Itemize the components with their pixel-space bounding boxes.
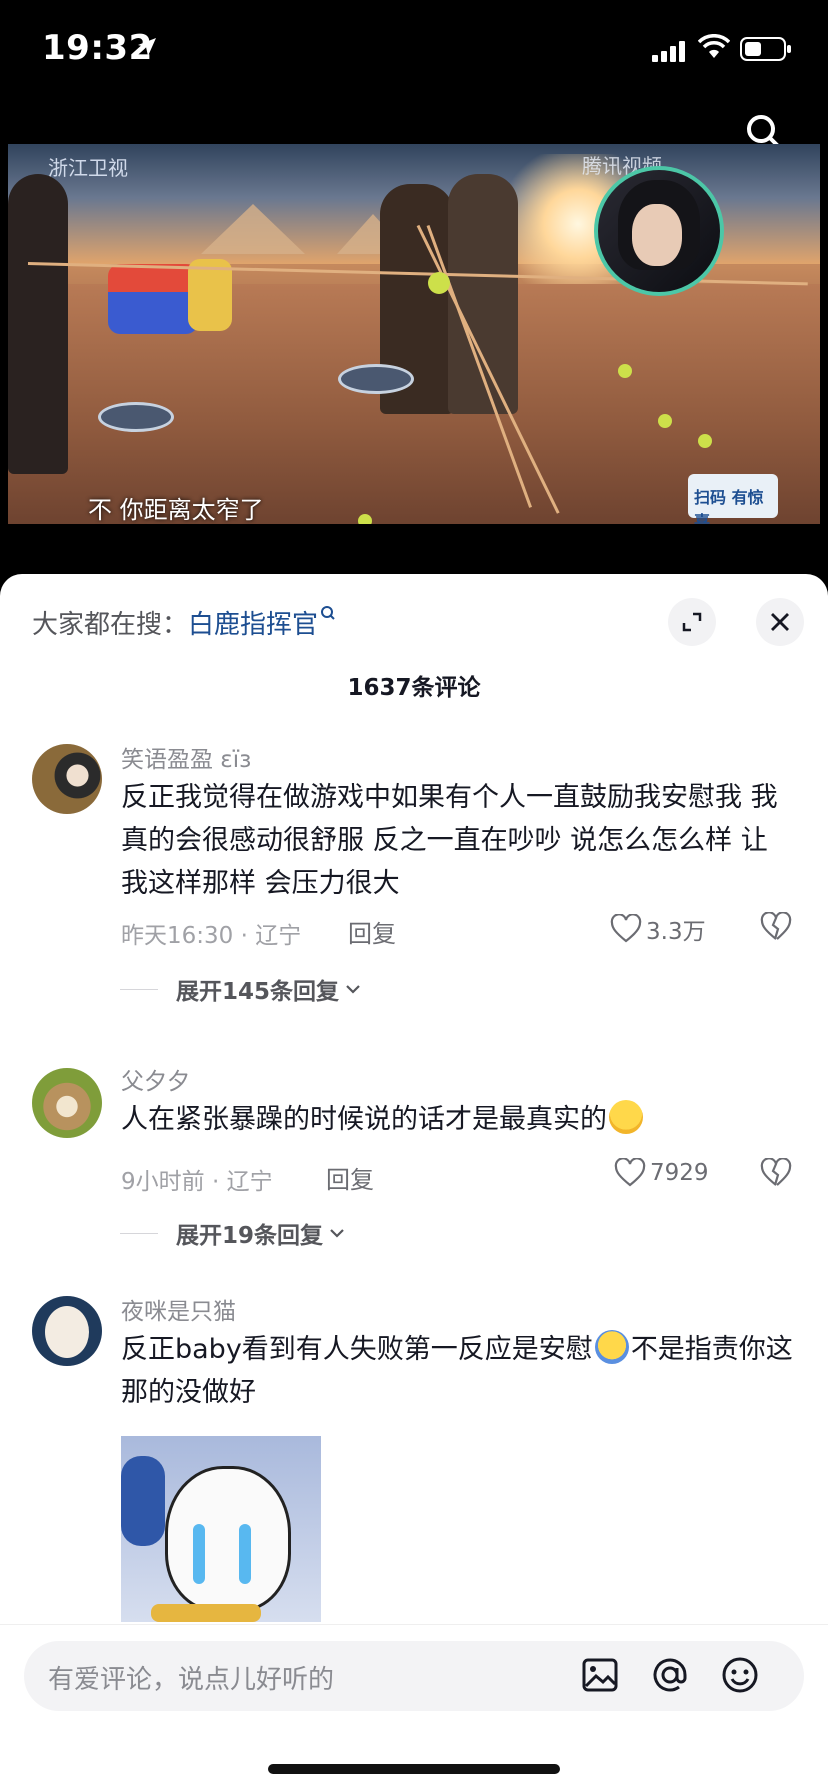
avatar[interactable] xyxy=(32,1068,102,1138)
hot-search[interactable]: 大家都在搜：白鹿指挥官 xyxy=(32,604,336,641)
status-bar: 19:32 xyxy=(0,0,828,100)
divider-line xyxy=(120,1232,158,1234)
sticker-tear xyxy=(239,1524,251,1584)
hug-face-emoji xyxy=(594,1330,629,1364)
video-player[interactable]: 浙江卫视 腾讯视频 扫码 有惊喜 不 你距离太窄了 xyxy=(8,144,820,524)
flushed-face-emoji xyxy=(609,1100,643,1134)
avatar-face xyxy=(45,1306,89,1358)
avatar[interactable] xyxy=(32,1296,102,1366)
hot-search-prefix: 大家都在搜： xyxy=(32,610,189,640)
comment-sticker-image[interactable] xyxy=(121,1436,321,1622)
qr-badge-label: 扫码 有惊喜 xyxy=(694,488,764,524)
video-ball xyxy=(618,364,632,378)
comment-text[interactable]: 反正baby看到有人失败第一反应是安慰 不是指责你这那的没做好 xyxy=(121,1328,793,1414)
expand-replies-button[interactable]: 展开19条回复 xyxy=(120,1216,347,1250)
video-tire-stack xyxy=(108,264,198,334)
channel-logo: 浙江卫视 xyxy=(48,156,128,180)
heart-icon xyxy=(614,1158,646,1187)
cellular-signal-icon xyxy=(652,41,685,62)
dislike-broken-heart-icon[interactable] xyxy=(760,912,792,942)
image-icon[interactable] xyxy=(578,1653,622,1697)
expand-icon xyxy=(682,612,702,632)
like-button[interactable]: 7929 xyxy=(614,1158,709,1188)
comment-meta: 9小时前 · 辽宁 xyxy=(121,1169,273,1195)
comment-text-part-a: 反正baby看到有人失败第一反应是安慰 xyxy=(121,1334,593,1365)
video-person xyxy=(8,174,68,474)
comment-username[interactable]: 父夕夕 xyxy=(121,1062,190,1096)
comment-text[interactable]: 人在紧张暴躁的时候说的话才是最真实的 xyxy=(121,1098,793,1141)
sticker-hand xyxy=(121,1456,165,1546)
divider-line xyxy=(120,988,158,990)
search-small-icon xyxy=(321,606,335,620)
emoji-icon[interactable] xyxy=(718,1653,762,1697)
location-arrow-icon xyxy=(138,38,156,56)
comment-meta: 昨天16:30 · 辽宁 xyxy=(121,923,302,949)
wifi-icon xyxy=(698,34,730,58)
sticker-object xyxy=(151,1604,261,1622)
comment-text-content: 人在紧张暴躁的时候说的话才是最真实的 xyxy=(121,1104,607,1135)
avatar[interactable] xyxy=(32,744,102,814)
expand-button[interactable] xyxy=(668,598,716,646)
video-ball xyxy=(428,272,450,294)
video-ball xyxy=(358,514,372,524)
chevron-down-icon xyxy=(346,985,360,994)
comment-username[interactable]: 笑语盈盈 ɛïз xyxy=(121,740,251,774)
hot-search-keyword[interactable]: 白鹿指挥官 xyxy=(188,610,318,640)
like-button[interactable]: 3.3万 xyxy=(610,912,706,946)
video-floor-pad xyxy=(338,364,414,394)
expand-replies-label: 展开145条回复 xyxy=(176,979,340,1005)
reply-button[interactable]: 回复 xyxy=(348,914,396,949)
home-indicator[interactable] xyxy=(268,1764,560,1774)
dislike-broken-heart-icon[interactable] xyxy=(760,1158,792,1188)
sticker-face xyxy=(165,1466,291,1612)
sticker-tear xyxy=(193,1524,205,1584)
comment-count: 1637条评论 xyxy=(347,675,481,701)
comment-username[interactable]: 夜咪是只猫 xyxy=(121,1292,236,1326)
like-count: 7929 xyxy=(650,1160,709,1186)
qr-badge: 扫码 有惊喜 xyxy=(688,474,778,524)
mention-at-icon[interactable] xyxy=(648,1653,692,1697)
video-floor-pad xyxy=(98,402,174,432)
comment-panel: 大家都在搜：白鹿指挥官 1637条评论 笑语盈盈 ɛïз 反正我觉得在做游戏中如… xyxy=(0,574,828,1792)
reply-button[interactable]: 回复 xyxy=(326,1160,374,1195)
comment-text[interactable]: 反正我觉得在做游戏中如果有个人一直鼓励我安慰我 我真的会很感动很舒服 反之一直在… xyxy=(121,776,793,905)
expand-replies-button[interactable]: 展开145条回复 xyxy=(120,972,363,1006)
video-subtitle: 不 你距离太窄了 xyxy=(88,496,264,524)
comment-input-placeholder: 有爱评论，说点儿好听的 xyxy=(48,1665,335,1695)
expand-replies-label: 展开19条回复 xyxy=(176,1223,324,1249)
close-icon xyxy=(771,613,789,631)
like-count: 3.3万 xyxy=(646,919,706,945)
heart-icon xyxy=(610,914,642,943)
battery-icon xyxy=(740,37,791,61)
inset-face xyxy=(632,204,682,266)
video-ball xyxy=(658,414,672,428)
video-inset-portrait xyxy=(594,166,724,296)
video-ball xyxy=(698,434,712,448)
chevron-down-icon xyxy=(330,1229,344,1238)
comment-input-bar: 有爱评论，说点儿好听的 xyxy=(0,1624,828,1713)
close-button[interactable] xyxy=(756,598,804,646)
comment-input[interactable]: 有爱评论，说点儿好听的 xyxy=(24,1641,804,1711)
